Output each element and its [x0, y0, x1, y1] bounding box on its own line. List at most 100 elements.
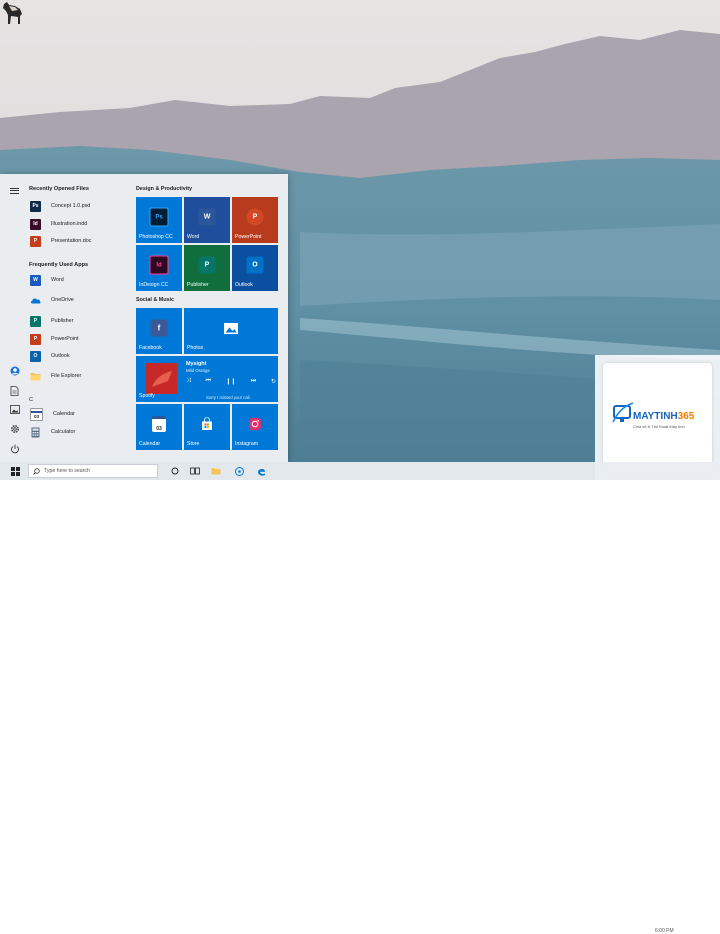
outlook-icon: O — [30, 350, 41, 362]
indesign-icon: Id — [149, 255, 169, 275]
indesign-file-icon: Id — [30, 218, 41, 230]
start-menu: Recently Opened Files Ps Concept 1.0.psd… — [0, 174, 288, 462]
track-title: Mysight — [186, 361, 207, 367]
taskbar-search-box[interactable]: Type here to search — [28, 464, 158, 478]
tile-facebook[interactable]: f Facebook — [136, 308, 182, 354]
tile-label: Outlook — [235, 282, 253, 288]
sidebar-item-onedrive[interactable]: OneDrive — [28, 292, 128, 308]
tile-calendar[interactable]: 03 Calendar — [136, 404, 182, 450]
app-label: Outlook — [51, 353, 70, 359]
folder-icon — [30, 371, 41, 382]
app-label: Calculator — [51, 429, 76, 435]
sidebar-item-outlook[interactable]: O Outlook — [28, 348, 128, 364]
brand-number: 365 — [677, 411, 695, 422]
recent-file-label: Concept 1.0.psd — [51, 203, 91, 209]
tile-label: Instagram — [235, 441, 259, 447]
tile-outlook[interactable]: O Outlook — [232, 245, 278, 291]
app-label: Calendar — [53, 411, 75, 417]
store-taskbar-icon[interactable] — [232, 465, 246, 477]
tile-powerpoint[interactable]: P PowerPoint — [232, 197, 278, 243]
recent-files-header: Recently Opened Files — [29, 186, 89, 192]
search-placeholder: Type here to search — [44, 468, 90, 474]
tile-label: InDesign CC — [139, 282, 169, 288]
tile-label: Calendar — [139, 441, 161, 447]
app-label: Word — [51, 277, 64, 283]
tile-store[interactable]: Store — [184, 404, 230, 450]
taskbar-clock[interactable]: 6:00 PM — [655, 928, 674, 934]
previous-icon[interactable]: ⏮ — [206, 378, 211, 385]
recent-file-item[interactable]: Ps Concept 1.0.psd — [28, 198, 128, 214]
tile-label: Photoshop CC — [139, 234, 173, 240]
word-icon: W — [30, 274, 41, 286]
hamburger-menu-icon[interactable] — [9, 185, 20, 196]
file-explorer-icon[interactable] — [209, 465, 223, 477]
app-label: Publisher — [51, 318, 74, 324]
tile-label: Spotify — [139, 393, 155, 399]
track-artist: Mild Orange — [186, 368, 210, 373]
sidebar-item-powerpoint[interactable]: P PowerPoint — [28, 331, 128, 347]
publisher-icon: P — [30, 315, 41, 327]
recent-file-label: Illustration.indd — [51, 221, 88, 227]
powerpoint-icon: P — [30, 333, 41, 345]
tile-spotify[interactable]: Mysight Mild Orange ⤨ ⏮ ❙❙ ⏭ ↻ Spotify S… — [136, 356, 278, 402]
tile-instagram[interactable]: Instagram — [232, 404, 278, 450]
onedrive-icon — [30, 295, 41, 306]
sidebar-item-word[interactable]: W Word — [28, 272, 128, 288]
power-icon[interactable] — [9, 443, 20, 454]
task-view-icon[interactable] — [188, 465, 202, 477]
recent-file-item[interactable]: P Presentation.doc — [28, 233, 128, 249]
documents-icon[interactable] — [9, 385, 20, 396]
brand-main: MAYTINH — [633, 411, 678, 422]
tile-photoshop[interactable]: Ps Photoshop CC — [136, 197, 182, 243]
sidebar-item-file-explorer[interactable]: File Explorer — [28, 368, 128, 384]
pause-icon[interactable]: ❙❙ — [226, 378, 236, 385]
taskbar: Type here to search 6:00 PM — [0, 462, 720, 934]
store-bag-icon — [199, 416, 216, 433]
cortana-icon[interactable] — [168, 465, 182, 477]
user-account-icon[interactable] — [9, 365, 20, 376]
shuffle-icon[interactable]: ⤨ — [186, 378, 191, 385]
settings-gear-icon[interactable] — [9, 423, 20, 434]
tile-label: Store — [187, 441, 200, 447]
calendar-icon: 03 — [152, 416, 166, 433]
outlook-icon: O — [246, 256, 264, 274]
photoshop-file-icon: Ps — [30, 200, 41, 212]
photoshop-icon: Ps — [149, 207, 169, 227]
recent-file-item[interactable]: Id Illustration.indd — [28, 216, 128, 232]
tile-indesign[interactable]: Id InDesign CC — [136, 245, 182, 291]
repeat-icon[interactable]: ↻ — [271, 378, 276, 385]
search-icon — [33, 467, 40, 475]
calendar-day: 03 — [31, 410, 42, 420]
album-art — [146, 363, 177, 394]
brand-subtitle: Chia sẻ & Thủ thuật Máy tính — [633, 424, 685, 429]
pictures-icon[interactable] — [9, 404, 20, 415]
edge-browser-icon[interactable] — [254, 465, 268, 477]
sidebar-item-calendar[interactable]: 03 Calendar — [28, 406, 128, 422]
tile-publisher[interactable]: P Publisher — [184, 245, 230, 291]
tile-label: PowerPoint — [235, 234, 262, 240]
publisher-icon: P — [198, 256, 216, 274]
photos-icon — [223, 320, 240, 337]
design-group-header: Design & Productivity — [136, 186, 193, 192]
brand-name: MAYTINH365 — [633, 411, 694, 422]
sidebar-item-calculator[interactable]: Calculator — [28, 424, 128, 440]
tile-photos[interactable]: Photos — [184, 308, 278, 354]
powerpoint-icon: P — [246, 208, 264, 226]
app-label: OneDrive — [51, 297, 74, 303]
facebook-icon: f — [150, 319, 168, 337]
tile-label: Publisher — [187, 282, 209, 288]
app-label: File Explorer — [51, 373, 82, 379]
next-icon[interactable]: ⏭ — [251, 378, 256, 385]
calculator-icon — [30, 427, 41, 438]
app-label: PowerPoint — [51, 336, 79, 342]
tile-label: Facebook — [139, 345, 162, 351]
document-file-icon: P — [30, 235, 41, 247]
tile-word[interactable]: W Word — [184, 197, 230, 243]
windows-start-icon[interactable] — [8, 465, 22, 477]
spotify-message: Sorry I missed your call — [206, 395, 250, 400]
coyote-figure — [3, 2, 22, 24]
alpha-letter-c[interactable]: C — [29, 397, 33, 403]
playback-controls: ⤨ ⏮ ❙❙ ⏭ ↻ — [186, 378, 276, 385]
sidebar-item-publisher[interactable]: P Publisher — [28, 313, 128, 329]
instagram-icon — [247, 416, 264, 433]
